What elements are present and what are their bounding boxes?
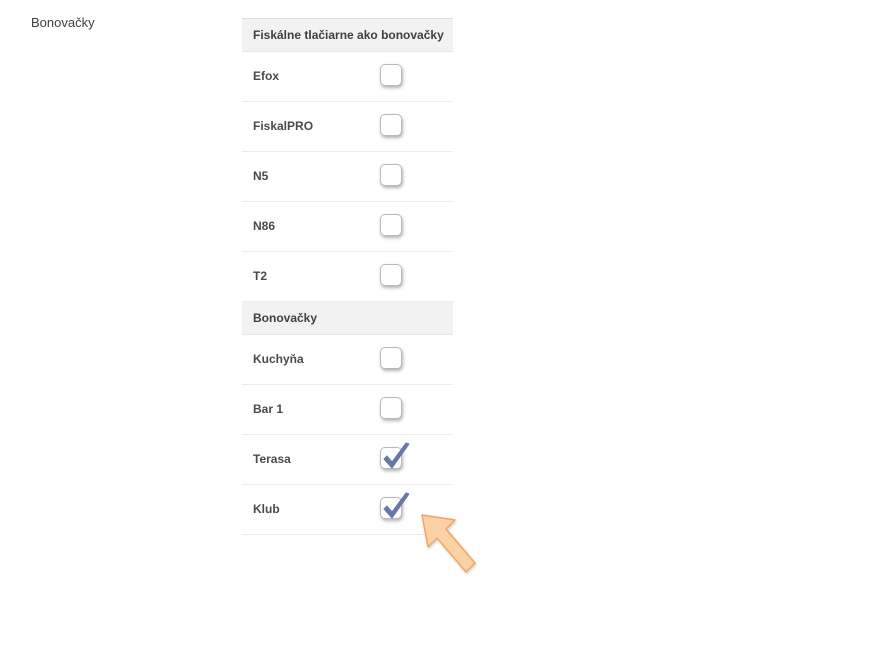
group-header-bonovacky: Bonovačky [242, 302, 453, 335]
checkmark-icon [383, 492, 410, 519]
table-row: FiskalPRO [242, 102, 453, 152]
row-label: Bar 1 [253, 402, 284, 416]
checkbox[interactable] [380, 64, 402, 86]
row-label: FiskalPRO [253, 119, 314, 133]
row-label: T2 [253, 269, 268, 283]
printer-table: Fiskálne tlačiarne ako bonovačky Efox Fi… [242, 18, 453, 535]
table-row: Efox [242, 52, 453, 102]
row-label: N86 [253, 219, 276, 233]
row-label: Kuchyňa [253, 352, 304, 366]
checkbox[interactable] [380, 114, 402, 136]
checkbox[interactable] [380, 164, 402, 186]
table-row: N5 [242, 152, 453, 202]
checkbox[interactable] [380, 347, 402, 369]
row-label: Efox [253, 69, 280, 83]
table-row: Terasa [242, 435, 453, 485]
checkbox[interactable] [380, 442, 410, 469]
checkbox[interactable] [380, 214, 402, 236]
table-row: N86 [242, 202, 453, 252]
checkmark-icon [383, 442, 410, 469]
pointer-arrow-icon [421, 514, 476, 573]
checkbox[interactable] [380, 264, 402, 286]
table-row: T2 [242, 252, 453, 302]
row-label: Terasa [253, 452, 291, 466]
table-row: Kuchyňa [242, 335, 453, 385]
page: Bonovačky Fiskálne tlačiarne ako bonovač… [0, 0, 877, 653]
table-row: Bar 1 [242, 385, 453, 435]
row-label: N5 [253, 169, 269, 183]
checkbox[interactable] [380, 397, 402, 419]
group-header-fiscal-printers: Fiskálne tlačiarne ako bonovačky [242, 19, 453, 52]
checkbox[interactable] [380, 492, 410, 519]
section-label: Bonovačky [31, 15, 95, 30]
row-label: Klub [253, 502, 280, 516]
